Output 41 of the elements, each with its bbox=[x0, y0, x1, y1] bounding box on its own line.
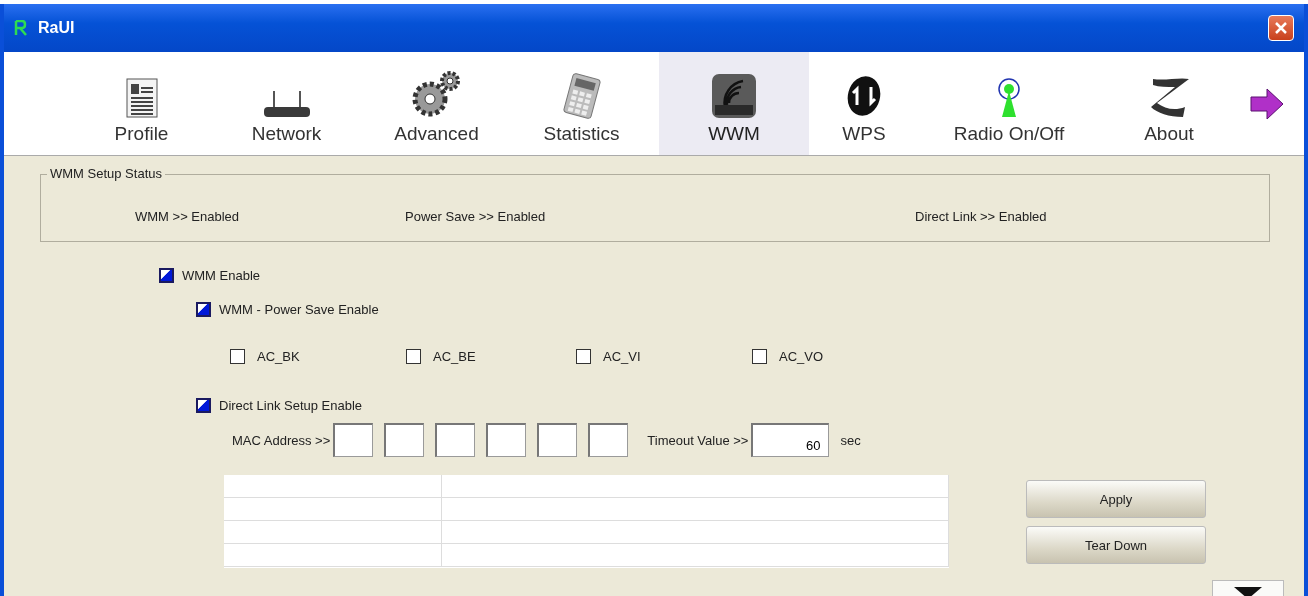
signal-waves-icon bbox=[711, 73, 757, 119]
logo-icon bbox=[14, 20, 30, 36]
timeout-field[interactable]: 60 bbox=[751, 423, 830, 457]
field-label: Timeout Value >> bbox=[647, 432, 749, 448]
arrow-right-icon[interactable] bbox=[1249, 86, 1285, 121]
checkbox[interactable] bbox=[196, 397, 211, 413]
caret-down-icon bbox=[1234, 587, 1262, 596]
status-text: WMM >> Enabled bbox=[135, 209, 240, 224]
router-icon bbox=[261, 91, 312, 119]
mac-byte-field[interactable] bbox=[384, 423, 425, 457]
document-icon bbox=[124, 77, 159, 119]
status-text: Power Save >> Enabled bbox=[405, 209, 546, 224]
checkbox[interactable] bbox=[752, 348, 767, 364]
checkbox-label: AC_BE bbox=[433, 348, 476, 364]
mac-byte-field[interactable] bbox=[537, 423, 578, 457]
mac-byte-field[interactable] bbox=[588, 423, 629, 457]
checkbox-label: WMM Enable bbox=[182, 267, 261, 283]
window-title: RaUI bbox=[38, 19, 75, 37]
toolbar-tab[interactable]: WWM bbox=[659, 52, 809, 155]
circular-arrows-icon bbox=[844, 73, 884, 119]
checkbox-label: Direct Link Setup Enable bbox=[219, 397, 363, 413]
checkbox[interactable] bbox=[576, 348, 591, 364]
close-icon bbox=[1273, 20, 1289, 36]
checkbox-label: AC_VI bbox=[603, 348, 641, 364]
mac-byte-field[interactable] bbox=[486, 423, 527, 457]
action-button[interactable]: Apply bbox=[1026, 480, 1206, 518]
checkbox-label: WMM - Power Save Enable bbox=[219, 301, 379, 317]
field-label: MAC Address >> bbox=[232, 432, 331, 448]
checkbox[interactable] bbox=[230, 348, 245, 364]
status-text: Direct Link >> Enabled bbox=[915, 209, 1047, 224]
group-title: WMM Setup Status bbox=[47, 166, 165, 181]
unit-label: sec bbox=[840, 432, 861, 448]
checkbox-label: AC_VO bbox=[779, 348, 824, 364]
mac-byte-field[interactable] bbox=[435, 423, 476, 457]
checkbox[interactable] bbox=[159, 267, 174, 283]
action-button[interactable]: Tear Down bbox=[1026, 526, 1206, 564]
mac-byte-field[interactable] bbox=[333, 423, 374, 457]
checkbox[interactable] bbox=[406, 348, 421, 364]
close-button[interactable] bbox=[1268, 15, 1294, 41]
checkbox-label: AC_BK bbox=[257, 348, 300, 364]
checkbox[interactable] bbox=[196, 301, 211, 317]
